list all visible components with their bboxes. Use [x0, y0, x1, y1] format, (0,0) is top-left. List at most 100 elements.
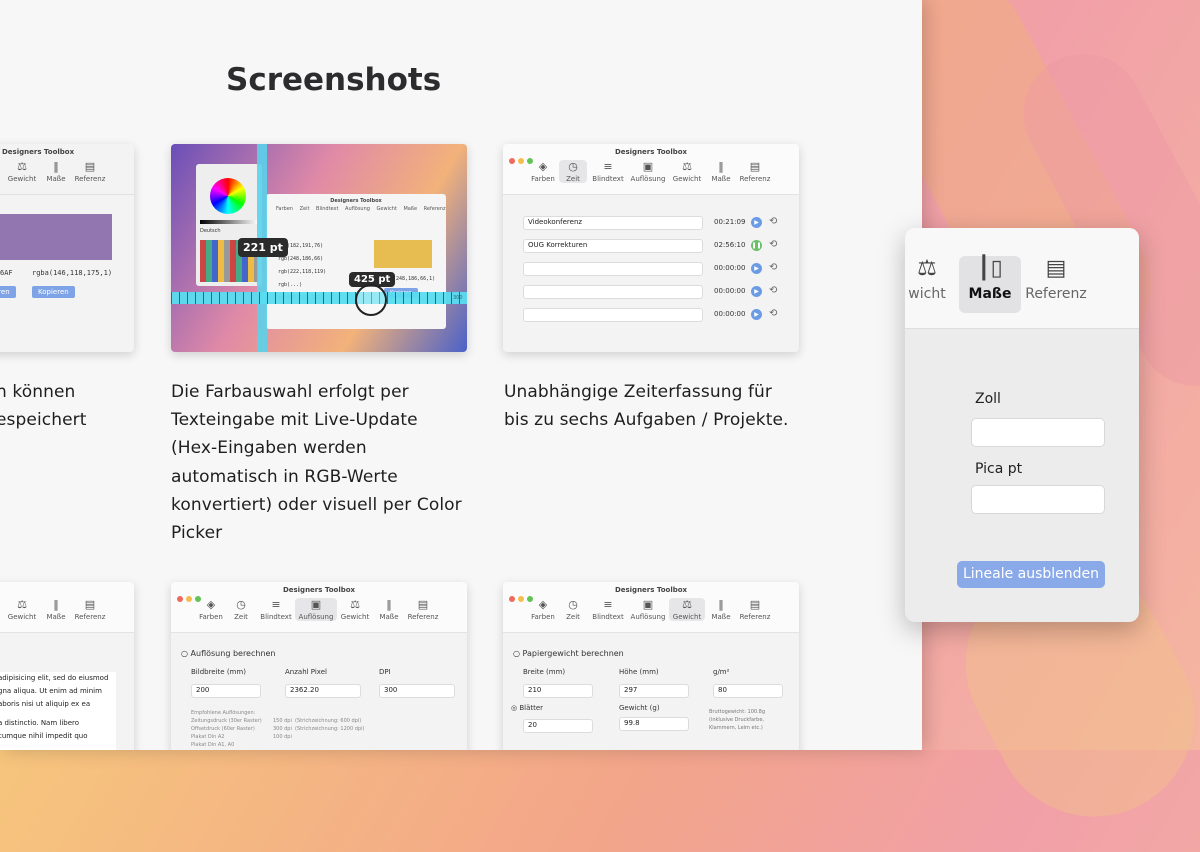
task-name-input: OUG Korrekturen	[523, 239, 703, 253]
mini-toolbox-window: Designers Toolbox Farben Zeit Blindtext …	[266, 194, 446, 329]
mini-toolbar: Farben Zeit Blindtext Auflösung Gewicht …	[276, 206, 446, 212]
recommendations: Empfohlene Auflösungen: Zeitungsdruck (3…	[191, 710, 365, 748]
measure-app-window: ⚖ wicht ⎮▯ Maße ▤ Referenz Zoll Pica pt …	[905, 228, 1139, 622]
color-swatch	[0, 214, 112, 260]
section-title: Screenshots	[226, 62, 442, 98]
hex-value: 6AF	[0, 269, 13, 277]
reference-icon: ▤	[749, 160, 761, 173]
toolbar-gewicht: ⚖ Gewicht	[669, 160, 705, 183]
horizontal-ruler	[171, 292, 467, 304]
palette-icon: ◈	[206, 598, 216, 611]
stopwatch-icon: ◷	[568, 160, 578, 173]
color-wheel	[210, 178, 246, 214]
toolbar-zeit: ◷ Zeit	[227, 598, 255, 621]
palette-icon: ◈	[538, 160, 548, 173]
screenshot-resolution[interactable]: Designers Toolbox ◈ Farben ◷ Zeit ≡ Blindte…	[171, 582, 467, 750]
screenshot-blindtext[interactable]: ⚖ Gewicht ‖ Maße ▤ Referenz adipisicing eli…	[0, 582, 134, 750]
toolbar-gewicht: ⚖ Gewicht	[4, 598, 40, 621]
picker-label: Deutsch	[200, 228, 221, 234]
toolbar-aufloesung: ▣ Auflösung	[295, 598, 337, 621]
reference-icon: ▤	[84, 598, 96, 611]
elapsed-time: 00:00:00	[714, 287, 746, 295]
toolbar-masse: ‖ Maße	[38, 598, 74, 621]
hide-rulers-button[interactable]: Lineale ausblenden	[957, 561, 1105, 588]
caption-color-picker: Die Farbauswahl erfolgt per Texteingabe …	[171, 382, 462, 544]
weight-icon: ⚖	[350, 598, 360, 611]
reference-icon: ▤	[84, 160, 96, 173]
text-lines-icon: ≡	[271, 598, 281, 611]
weight-icon: ⚖	[682, 160, 692, 173]
gross-note: Bruttogewicht: 100.8g (inklusive Druckfa…	[709, 709, 766, 731]
screenshot-colors-left[interactable]: Designers Toolbox ⚖ Gewicht ‖ Maße ▤ Refere…	[0, 144, 134, 352]
play-icon: ▶	[751, 286, 762, 297]
gsm-input: 80	[713, 684, 783, 698]
screenshot-color-picker[interactable]: Deutsch Designers Toolbox Farben Zeit Bl…	[171, 144, 467, 352]
sheets-input: 20	[523, 719, 593, 733]
toolbar-referenz: ▤ Referenz	[72, 598, 108, 621]
weight-label: Gewicht (g)	[619, 704, 660, 712]
play-icon: ▶	[751, 217, 762, 228]
screenshot-paper-weight[interactable]: Designers Toolbox ◈ Farben ◷ Zeit ≡ Blindte…	[503, 582, 799, 750]
brightness-slider	[200, 220, 258, 224]
toolbar-farben: ◈ Farben	[525, 160, 561, 183]
copy-button: Kopieren	[32, 286, 75, 298]
cursor-magnifier-icon	[355, 284, 387, 316]
pause-icon: ❚❚	[751, 240, 762, 251]
tab-masse[interactable]: ⎮▯ Maße	[959, 256, 1021, 313]
toolbar-referenz: ▤ Referenz	[72, 160, 108, 183]
toolbar-referenz: ▤ Referenz	[737, 160, 773, 183]
history-icon: ⟲	[769, 216, 778, 227]
tab-gewicht[interactable]: ⚖ wicht	[905, 256, 955, 313]
pica-input[interactable]	[971, 485, 1105, 514]
weight-icon: ⚖	[682, 598, 692, 611]
weight-icon: ⚖	[17, 598, 27, 611]
sheets-label: ◎ Blätter	[511, 704, 544, 712]
toolbar-blindtext: ≡ Blindtext	[589, 160, 627, 183]
stopwatch-icon: ◷	[236, 598, 246, 611]
toolbar-referenz: ▤ Referenz	[405, 598, 441, 621]
history-icon: ⟲	[769, 308, 778, 319]
toolbar-masse: ‖ Maße	[371, 598, 407, 621]
elapsed-time: 00:00:00	[714, 264, 746, 272]
gsm-label: g/m²	[713, 668, 730, 676]
tab-referenz[interactable]: ▤ Referenz	[1025, 256, 1087, 313]
window-title: Designers Toolbox	[614, 586, 688, 594]
copy-button: ieren	[0, 286, 16, 298]
toolbar-aufloesung: ▣ Auflösung	[630, 160, 666, 183]
history-icon: ⟲	[769, 262, 778, 273]
color-swatch	[374, 240, 432, 268]
stopwatch-icon: ◷	[568, 598, 578, 611]
toolbar-aufloesung: ▣ Auflösung	[630, 598, 666, 621]
toolbar-farben: ◈ Farben	[525, 598, 561, 621]
screenshot-time-tracking[interactable]: Designers Toolbox ◈ Farben ◷ Zeit ≡ Blindte…	[503, 144, 799, 352]
toolbar-masse: ‖ Maße	[703, 598, 739, 621]
width-input: 210	[523, 684, 593, 698]
toolbar-masse: ‖ Maße	[38, 160, 74, 183]
toolbar-referenz: ▤ Referenz	[737, 598, 773, 621]
palette-icon: ◈	[538, 598, 548, 611]
width-label: Bildbreite (mm)	[191, 668, 246, 676]
rgba-value: rgba(146,118,175,1)	[32, 269, 113, 277]
reference-icon: ▤	[1045, 256, 1067, 281]
toolbar-gewicht: ⚖ Gewicht	[337, 598, 373, 621]
text-lines-icon: ≡	[603, 598, 613, 611]
color-picker-panel: Deutsch	[196, 164, 262, 286]
weight-icon: ⚖	[917, 256, 937, 281]
toolbar-farben: ◈ Farben	[193, 598, 229, 621]
toolbar-gewicht: ⚖ Gewicht	[4, 160, 40, 183]
zoll-label: Zoll	[975, 391, 1001, 407]
blindtext-area: adipisicing elit, sed do eiusmod gna ali…	[0, 672, 116, 750]
width-label: Breite (mm)	[523, 668, 566, 676]
dpi-label: DPI	[379, 668, 391, 676]
caption-left: n können espeichert	[0, 382, 87, 431]
elapsed-time: 02:56:10	[714, 241, 746, 249]
pica-label: Pica pt	[975, 461, 1023, 477]
web-page: Screenshots Designers Toolbox ⚖ Gewicht ‖…	[0, 0, 922, 750]
elapsed-time: 00:00:00	[714, 310, 746, 318]
image-icon: ▣	[310, 598, 322, 611]
ruler-icon: ‖	[718, 160, 724, 173]
play-icon: ▶	[751, 309, 762, 320]
section-heading: ○ Auflösung berechnen	[181, 649, 276, 658]
height-label: Höhe (mm)	[619, 668, 659, 676]
zoll-input[interactable]	[971, 418, 1105, 447]
